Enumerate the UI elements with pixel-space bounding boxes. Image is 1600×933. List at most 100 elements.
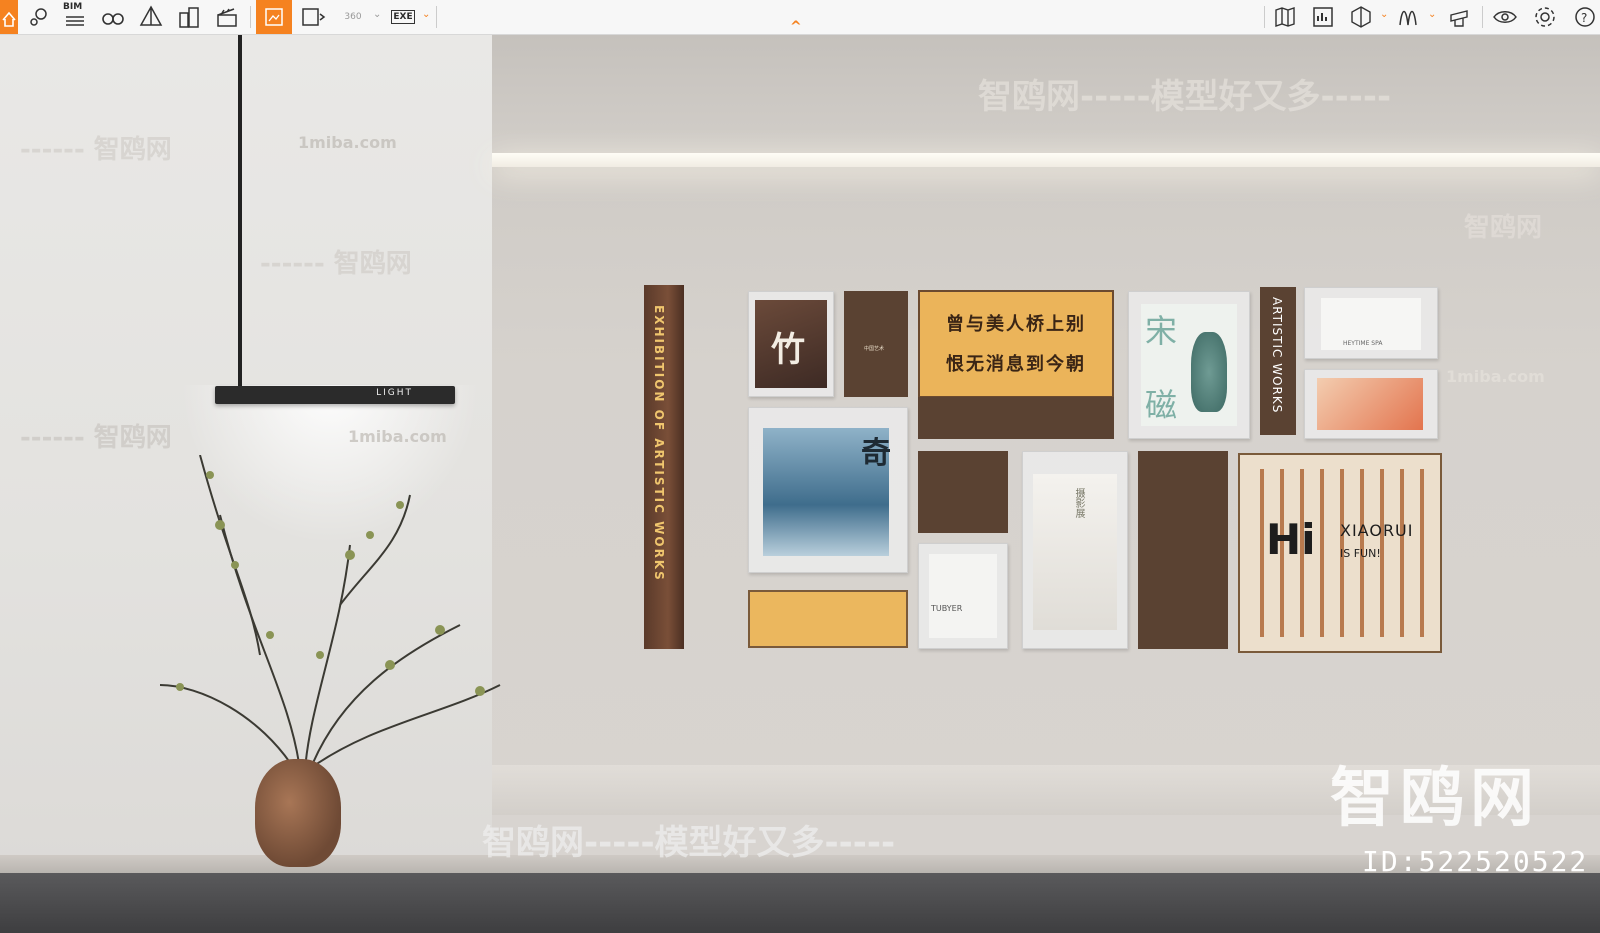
watermark-site-2: 1miba.com (348, 427, 447, 446)
lamp-label: LIGHT (376, 388, 413, 398)
pendant-lamp: LIGHT (215, 386, 455, 404)
help-button[interactable]: ? (1570, 2, 1600, 32)
artistic-works-text: ARTISTIC WORKS (1270, 297, 1284, 414)
clay-vase (255, 759, 341, 867)
toolbar-divider (1482, 6, 1483, 28)
poster-exhibit-title: 摄影展 (1073, 488, 1084, 518)
poster-bag-frame: TUBYER (918, 543, 1008, 649)
pyramid-icon (139, 5, 163, 26)
settings-button[interactable] (1530, 2, 1560, 32)
map-button[interactable] (1270, 2, 1300, 32)
panorama-360-icon: 360 (344, 12, 362, 22)
bim-label: BIM (63, 2, 83, 12)
hat-icon (1450, 10, 1468, 27)
exe-export-icon: EXE (391, 10, 415, 24)
watermark-id: ID:522520522 (1362, 845, 1589, 878)
brown-caption-panel: 中国艺术 (844, 291, 908, 397)
pyramid-button[interactable] (136, 2, 166, 32)
brown-text-panel (918, 451, 1008, 533)
poem-panel: 曾与美人桥上别 恨无消息到今朝 (918, 290, 1114, 398)
pillar-text: EXHIBITION OF ARTISTIC WORKS (652, 305, 666, 582)
binoculars-button[interactable] (98, 2, 128, 32)
collapse-toolbar-icon[interactable]: ^ (790, 19, 802, 35)
xiaorui-hi: Hi (1266, 515, 1316, 564)
buildings-button[interactable] (174, 2, 204, 32)
toolbar-divider (436, 6, 437, 28)
exe-export-button[interactable]: EXE (388, 2, 418, 32)
lamp-rod (238, 35, 242, 387)
watermark-bottom: 智鸥网-----模型好又多----- (482, 823, 896, 863)
poster-gradient-frame (1304, 369, 1438, 439)
poem-line-1: 曾与美人桥上别 (946, 314, 1086, 335)
poster-song-frame: 宋 磁 (1128, 291, 1250, 439)
cube-button[interactable] (1346, 2, 1376, 32)
watermark-brand-3: ------ 智鸥网 (20, 423, 172, 453)
image-batch-button[interactable] (298, 2, 328, 32)
hat-button[interactable] (1444, 2, 1474, 32)
chevron-down-icon[interactable]: ⌄ (373, 9, 381, 20)
panorama-360-button[interactable]: 360 (338, 2, 368, 32)
eye-icon (1493, 11, 1517, 23)
poster-bamboo-frame: 竹 (748, 291, 834, 397)
curve-button[interactable] (1394, 2, 1424, 32)
cube-icon (1351, 6, 1371, 28)
watermark-site-3: 1miba.com (1446, 367, 1545, 386)
poster-gradient (1317, 378, 1423, 430)
image-batch-icon (302, 8, 326, 26)
chevron-down-icon[interactable]: ⌄ (1428, 9, 1436, 20)
render-viewport[interactable]: LIGHT EXHIBITION OF ARTISTIC WORKS 竹 中国艺… (0, 35, 1600, 933)
chevron-down-icon[interactable]: ⌄ (422, 9, 430, 20)
poster-exhibit-frame: 摄影展 (1022, 451, 1128, 649)
poster-song-title: 宋 (1145, 312, 1178, 350)
xiaorui-panel: Hi XIAORUI IS FUN! (1238, 453, 1442, 653)
image-export-icon (265, 8, 283, 26)
poster-heytime-frame: HEYTIME SPA (1304, 287, 1438, 359)
xiaorui-name: XIAORUI (1340, 521, 1414, 540)
binoculars-icon (102, 13, 124, 25)
curve-icon (1399, 10, 1417, 26)
poem-line-2: 恨无消息到今朝 (946, 354, 1086, 375)
watermark-big: 智鸥网 (1330, 762, 1540, 836)
top-toolbar: BIM 360 ⌄ EXE ⌄ ^ ⌄ ⌄ ? (0, 0, 1600, 35)
poem-caption-panel (918, 397, 1114, 439)
watermark-brand-4: 智鸥网 (1464, 213, 1543, 243)
artistic-works-pillar: ARTISTIC WORKS (1260, 287, 1296, 435)
celadon-vase (1191, 332, 1227, 412)
bim-button[interactable]: BIM (60, 2, 90, 32)
poster-ci-title: 磁 (1145, 386, 1178, 424)
poster-bag (929, 554, 997, 638)
brown-tall-panel (1138, 451, 1228, 649)
poster-qi-title: 奇 (861, 436, 891, 471)
home-icon (2, 11, 16, 27)
poster-heytime-title: HEYTIME SPA (1343, 340, 1383, 347)
chevron-down-icon[interactable]: ⌄ (1380, 9, 1388, 20)
map-icon (1275, 7, 1295, 27)
cove-light (492, 153, 1600, 167)
watermark-top: 智鸥网-----模型好又多----- (978, 77, 1392, 117)
floor (0, 873, 1600, 933)
eye-button[interactable] (1490, 2, 1520, 32)
watermark-brand: ------ 智鸥网 (20, 135, 172, 165)
svg-text:?: ? (1581, 11, 1587, 25)
xiaorui-fun: IS FUN! (1340, 547, 1381, 560)
poster-bag-title: TUBYER (931, 604, 963, 613)
poster-bamboo-title: 竹 (771, 330, 805, 370)
gear-icon (1535, 7, 1555, 27)
clapper-icon (217, 8, 237, 27)
report-button[interactable] (1308, 2, 1338, 32)
watermark-brand-2: ------ 智鸥网 (260, 249, 412, 279)
image-export-button[interactable] (256, 0, 292, 34)
caption-text: 中国艺术 (864, 346, 885, 352)
home-button[interactable] (0, 0, 18, 34)
watermark-site: 1miba.com (298, 133, 397, 152)
yellow-caption-panel (748, 590, 908, 648)
help-icon: ? (1575, 7, 1595, 27)
toolbar-divider (1264, 6, 1265, 28)
clapper-button[interactable] (212, 2, 242, 32)
location-pin-button[interactable] (24, 2, 54, 32)
plant-branches (159, 455, 501, 771)
buildings-icon (179, 7, 199, 28)
toolbar-divider (250, 6, 251, 28)
location-pin-icon (30, 8, 47, 26)
poster-qi-frame: 奇 (748, 407, 908, 573)
